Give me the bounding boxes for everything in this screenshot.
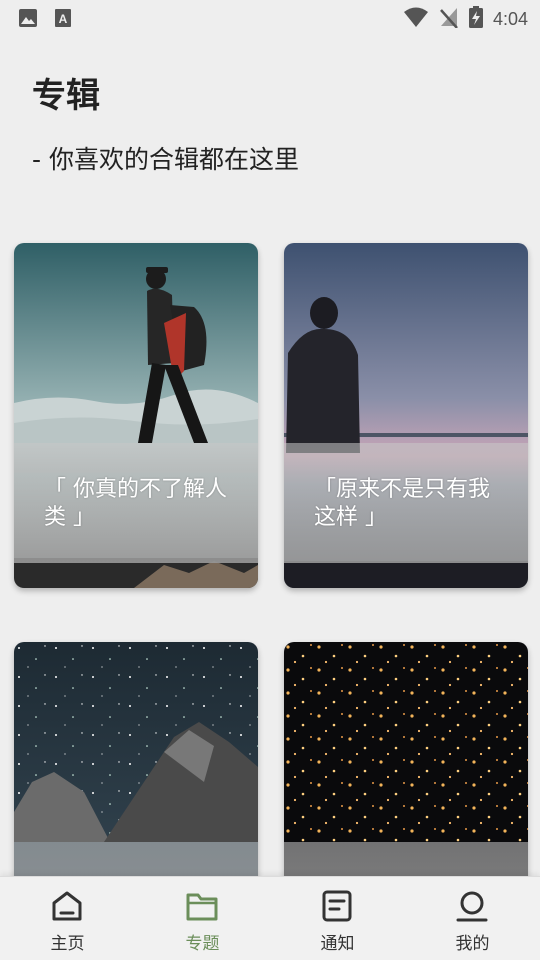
album-card-1[interactable]: 「 你真的不了解人类 」 (14, 243, 258, 588)
nav-label-home: 主页 (50, 934, 85, 954)
nav-item-home[interactable]: 主页 (0, 877, 135, 960)
nav-item-profile[interactable]: 我的 (405, 877, 540, 960)
status-time: 4:04 (492, 8, 528, 29)
nav-label-topics: 专题 (185, 934, 220, 954)
home-icon (52, 891, 82, 921)
user-icon (456, 891, 488, 922)
nav-label-profile: 我的 (455, 934, 490, 954)
page-subtitle: - 你喜欢的合辑都在这里 (32, 145, 299, 174)
a-text-icon: A (54, 8, 72, 32)
page-title: 专辑 (32, 76, 100, 116)
battery-charging-icon (468, 6, 483, 32)
svg-text:A: A (59, 12, 68, 26)
status-bar: A 4:04 (0, 0, 540, 36)
album-card-2[interactable]: 「原来不是只有我这样 」 (284, 243, 528, 588)
nav-label-notifications: 通知 (320, 934, 355, 954)
album-caption: 「原来不是只有我这样 」 (314, 477, 491, 530)
wifi-icon (403, 6, 429, 32)
image-icon (18, 8, 38, 32)
no-signal-icon (439, 6, 459, 32)
nav-item-notifications[interactable]: 通知 (270, 877, 405, 960)
folder-icon (186, 893, 218, 921)
nav-item-topics[interactable]: 专题 (135, 877, 270, 960)
album-caption: 「 你真的不了解人类 」 (44, 477, 227, 530)
document-icon (322, 890, 352, 922)
app-screen: A 4:04 专辑 - 你喜欢的合辑都在这里 「 你真的不了解人类 」 「原来不… (0, 0, 540, 960)
bottom-navigation: 主页 专题 通知 我的 (0, 876, 540, 960)
